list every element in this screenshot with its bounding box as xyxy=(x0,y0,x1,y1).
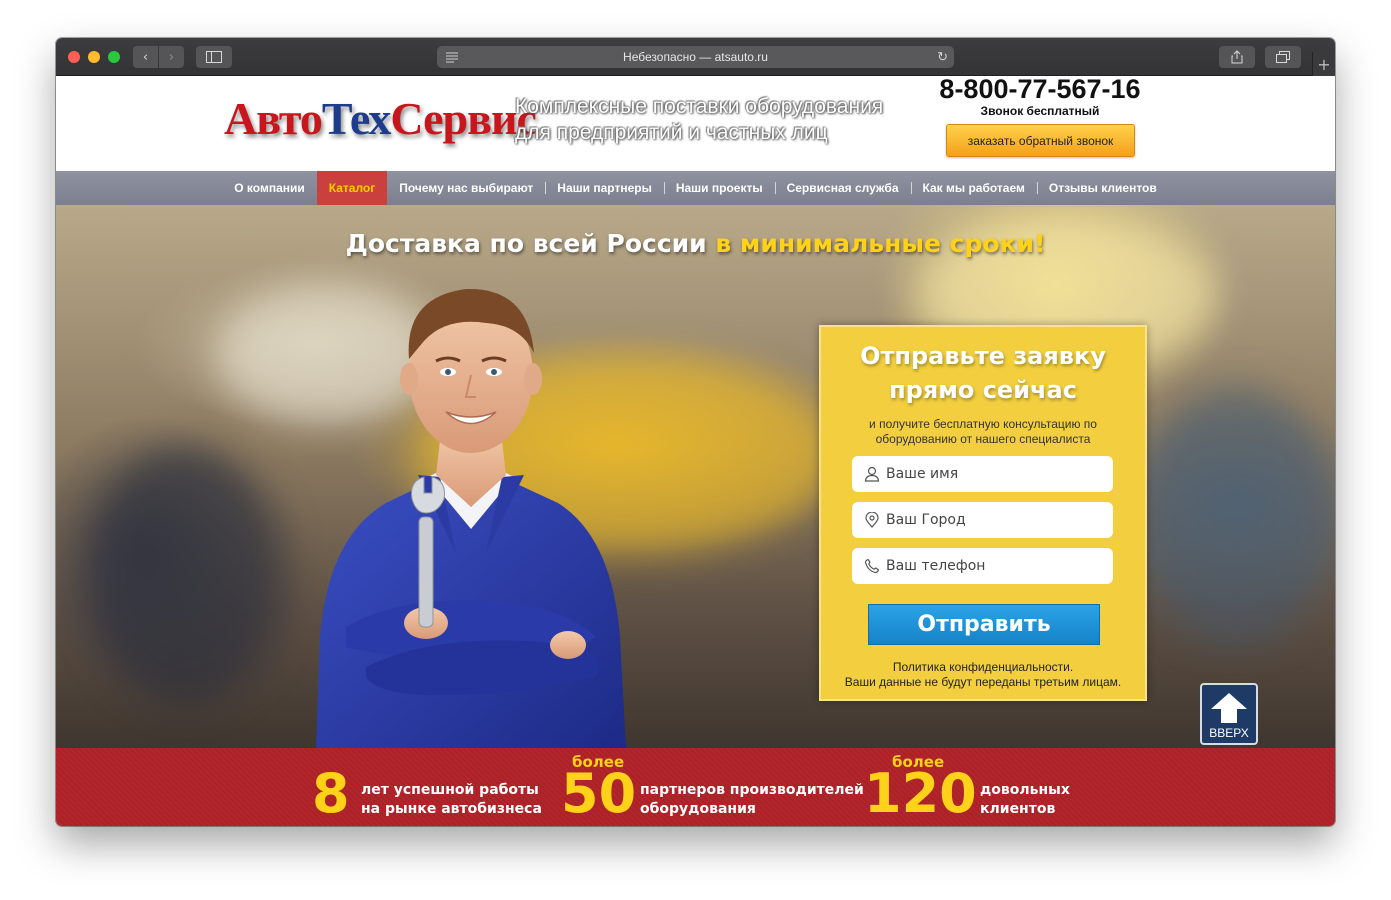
arrow-up-icon xyxy=(1211,693,1247,723)
background-blur xyxy=(1136,385,1335,645)
share-icon xyxy=(1231,50,1243,64)
close-window-button[interactable] xyxy=(68,51,80,63)
share-button[interactable] xyxy=(1219,46,1255,68)
stat-number: 120 xyxy=(864,762,977,825)
plus-icon: + xyxy=(1317,54,1331,74)
name-input[interactable] xyxy=(886,466,1106,482)
location-pin-icon xyxy=(865,512,879,528)
web-page: АвтоТехСервис Комплексные поставки обору… xyxy=(56,76,1335,826)
nav-item-service[interactable]: Сервисная служба xyxy=(774,171,911,205)
user-icon xyxy=(864,466,880,482)
hero-title: Доставка по всей России в минимальные ср… xyxy=(345,229,1046,258)
main-nav: О компании Каталог Почему нас выбирают Н… xyxy=(56,171,1335,205)
nav-item-catalog[interactable]: Каталог xyxy=(316,171,388,205)
city-field[interactable] xyxy=(852,502,1113,538)
city-input[interactable] xyxy=(886,512,1106,528)
browser-window: ‹ › Небезопасно — atsauto.ru ↻ + АвтоТех… xyxy=(56,38,1335,826)
phone-input[interactable] xyxy=(886,558,1106,574)
callback-button[interactable]: заказать обратный звонок xyxy=(946,124,1135,157)
phone-note: Звонок бесплатный xyxy=(980,104,1100,118)
name-field[interactable] xyxy=(852,456,1113,492)
chevron-left-icon: ‹ xyxy=(142,49,149,65)
new-tab-button[interactable]: + xyxy=(1312,52,1335,76)
sidebar-icon xyxy=(206,51,222,63)
background-blur xyxy=(86,445,286,705)
hero-section: Доставка по всей России в минимальные ср… xyxy=(56,205,1335,748)
stat-number: 50 xyxy=(561,762,637,825)
stat-text: довольных клиентов xyxy=(980,782,1070,817)
stat-number: 8 xyxy=(312,762,350,825)
address-bar[interactable]: Небезопасно — atsauto.ru ↻ xyxy=(437,46,954,68)
phone-number[interactable]: 8-800-77-567-16 xyxy=(936,76,1144,105)
forward-button[interactable]: › xyxy=(159,46,184,68)
privacy-note: Политика конфиденциальности. Ваши данные… xyxy=(821,660,1145,690)
site-header: АвтоТехСервис Комплексные поставки обору… xyxy=(56,76,1335,171)
submit-button[interactable]: Отправить xyxy=(868,604,1100,645)
form-title: Отправьте заявку прямо сейчас xyxy=(860,342,1106,404)
sidebar-toggle-button[interactable] xyxy=(196,46,232,68)
phone-icon xyxy=(864,558,880,574)
nav-item-about[interactable]: О компании xyxy=(222,171,317,205)
form-subtitle: и получите бесплатную консультацию по об… xyxy=(869,417,1097,446)
stat-text: лет успешной работы на рынке автобизнеса xyxy=(361,782,542,817)
scroll-to-top-button[interactable]: ВВЕРХ xyxy=(1200,683,1258,745)
zoom-window-button[interactable] xyxy=(108,51,120,63)
phone-field[interactable] xyxy=(852,548,1113,584)
reload-icon[interactable]: ↻ xyxy=(937,49,948,65)
address-text: Небезопасно — atsauto.ru xyxy=(623,50,768,64)
tab-overview-button[interactable] xyxy=(1265,46,1301,68)
mechanic-illustration xyxy=(316,288,626,748)
nav-item-partners[interactable]: Наши партнеры xyxy=(545,171,664,205)
nav-item-how-we-work[interactable]: Как мы работаем xyxy=(910,171,1037,205)
back-button[interactable]: ‹ xyxy=(133,46,158,68)
privacy-policy-link[interactable]: Политика конфиденциальности. xyxy=(821,660,1145,675)
stats-band: 8 лет успешной работы на рынке автобизне… xyxy=(56,748,1335,826)
nav-item-why-us[interactable]: Почему нас выбирают xyxy=(387,171,545,205)
site-logo[interactable]: АвтоТехСервис xyxy=(224,92,537,145)
scroll-to-top-label: ВВЕРХ xyxy=(1209,726,1249,740)
stat-text: партнеров производителей оборудования xyxy=(640,782,864,817)
minimize-window-button[interactable] xyxy=(88,51,100,63)
reader-icon xyxy=(446,52,458,63)
browser-toolbar: ‹ › Небезопасно — atsauto.ru ↻ + xyxy=(56,38,1335,76)
site-tagline: Комплексные поставки оборудования для пр… xyxy=(515,95,884,144)
nav-item-projects[interactable]: Наши проекты xyxy=(663,171,775,205)
chevron-right-icon: › xyxy=(168,49,175,65)
request-form: Отправьте заявку прямо сейчас и получите… xyxy=(819,325,1147,701)
nav-item-reviews[interactable]: Отзывы клиентов xyxy=(1036,171,1169,205)
tabs-icon xyxy=(1276,51,1290,63)
